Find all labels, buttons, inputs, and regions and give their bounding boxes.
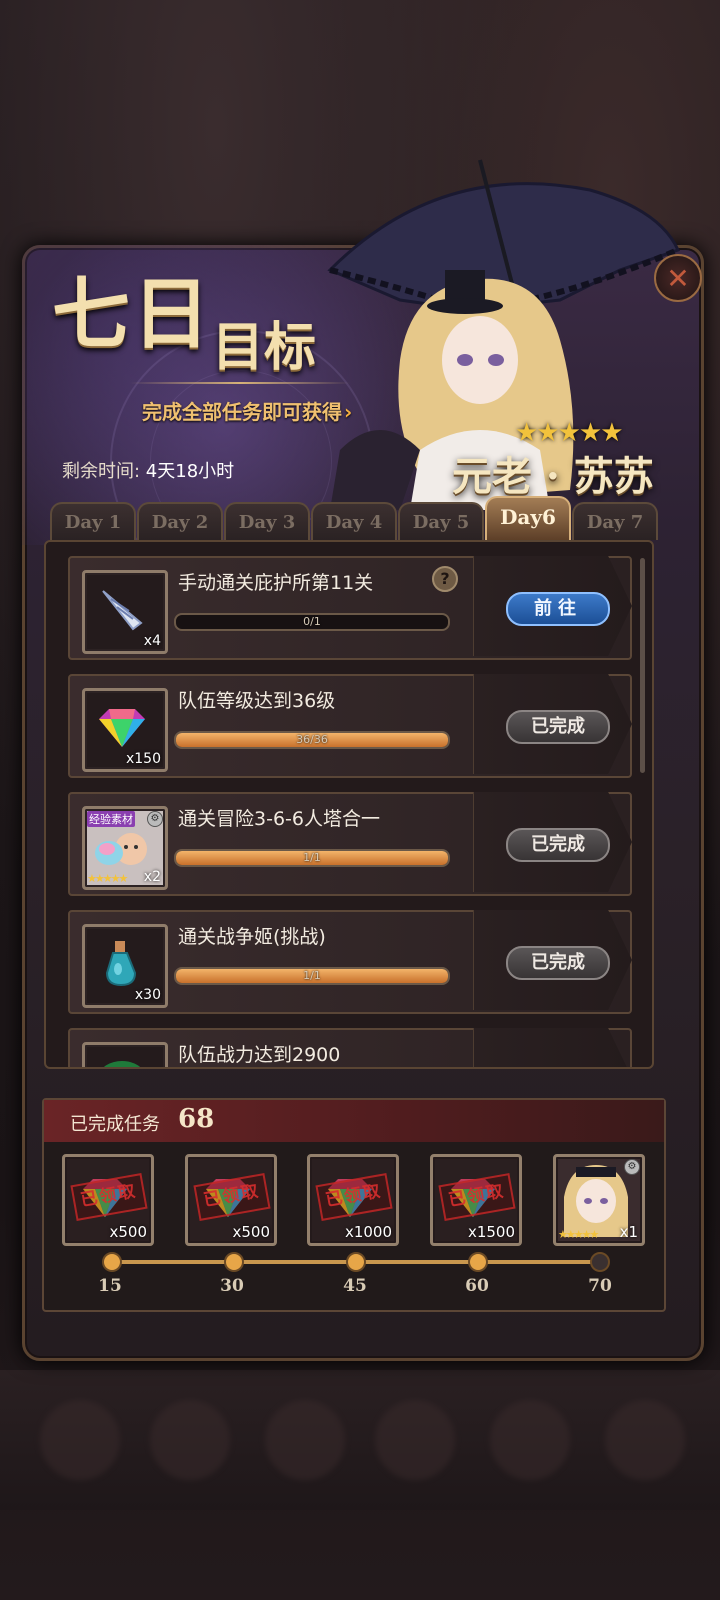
milestone-reward[interactable]: 已领取 x500 (185, 1154, 277, 1246)
milestone-node (346, 1252, 366, 1272)
tab-day-6[interactable]: Day6 (485, 496, 571, 540)
gear-icon: ⚙ (624, 1159, 640, 1175)
completed-tasks-label: 已完成任务 (70, 1114, 160, 1135)
title-divider (130, 382, 350, 384)
exp-material-badge: 经验素材 (87, 811, 135, 827)
task-title: 通关战争姬(挑战) (178, 926, 326, 948)
item-stars: ★★★★★ (87, 872, 128, 885)
event-title-main: 七日 (52, 269, 213, 360)
task-row: x150 队伍等级达到36级 36/36 已完成 (68, 674, 632, 778)
day-tabs: Day 1 Day 2 Day 3 Day 4 Day 5 Day6 Day 7 (50, 496, 670, 542)
help-icon[interactable]: ? (432, 566, 458, 592)
reward-item[interactable]: x30 (82, 924, 168, 1008)
reward-item[interactable]: x4 (82, 570, 168, 654)
reward-stars: ★★★★★ (558, 1228, 599, 1241)
item-count: x30 (134, 987, 161, 1003)
progress-bar: 36/36 (174, 731, 450, 749)
milestone-node (102, 1252, 122, 1272)
completed-tasks-header: 已完成任务 68 (44, 1100, 664, 1142)
task-title: 队伍等级达到36级 (178, 690, 336, 712)
green-item-icon (103, 1061, 141, 1067)
task-row: 队伍战力达到2900 (68, 1028, 632, 1067)
countdown-label: 剩余时间: (62, 461, 146, 482)
task-title: 通关冒险3-6-6人塔合一 (178, 808, 380, 830)
task-title: 队伍战力达到2900 (178, 1044, 341, 1066)
tab-day-5[interactable]: Day 5 (398, 502, 484, 540)
completed-button[interactable]: 已完成 (506, 710, 610, 744)
event-subtitle: 完成全部任务即可获得 › (142, 400, 353, 424)
background-blurred-bar (0, 1370, 720, 1510)
milestone-label: 70 (588, 1276, 612, 1296)
tab-day-4[interactable]: Day 4 (311, 502, 397, 540)
progress-bar: 1/1 (174, 849, 450, 867)
reward-count: x1000 (344, 1223, 392, 1241)
milestone-label: 15 (98, 1276, 122, 1296)
go-button[interactable]: 前往 (506, 592, 610, 626)
reward-item[interactable]: 经验素材 ⚙ ★★★★★ x2 (82, 806, 168, 890)
reward-count: x500 (232, 1223, 270, 1241)
progress-text: 1/1 (303, 851, 321, 864)
item-count: x2 (143, 869, 161, 885)
item-count: x150 (125, 751, 161, 767)
milestone-node (468, 1252, 488, 1272)
reward-item[interactable] (82, 1042, 168, 1067)
gear-icon: ⚙ (147, 811, 163, 827)
tab-day-7[interactable]: Day 7 (572, 502, 658, 540)
milestone-label: 45 (343, 1276, 367, 1296)
reward-item[interactable]: x150 (82, 688, 168, 772)
close-icon: ✕ (666, 261, 690, 295)
milestone-label: 60 (465, 1276, 489, 1296)
task-row: x30 通关战争姬(挑战) 1/1 已完成 (68, 910, 632, 1014)
item-count: x4 (143, 633, 161, 649)
milestone-reward[interactable]: ⚙ ★★★★★ x1 (553, 1154, 645, 1246)
reward-count: x500 (109, 1223, 147, 1241)
milestone-node (224, 1252, 244, 1272)
milestone-node (590, 1252, 610, 1272)
progress-bar: 1/1 (174, 967, 450, 985)
task-row: 经验素材 ⚙ ★★★★★ x2 通关冒险3-6-6人塔合一 1/1 已完成 (68, 792, 632, 896)
completed-tasks-count: 68 (178, 1104, 215, 1134)
chevron-right-icon: › (344, 400, 353, 424)
progress-bar: 0/1 (174, 613, 450, 631)
progress-text: 1/1 (303, 969, 321, 982)
reward-count: x1 (619, 1223, 638, 1241)
countdown-value: 4天18小时 (145, 461, 235, 482)
completed-button[interactable]: 已完成 (506, 828, 610, 862)
close-button[interactable]: ✕ (654, 254, 702, 302)
scrollbar[interactable] (640, 558, 645, 773)
task-title: 手动通关庇护所第11关 (178, 572, 374, 594)
progress-text: 0/1 (303, 615, 321, 628)
reward-count: x1500 (467, 1223, 515, 1241)
tab-day-2[interactable]: Day 2 (137, 502, 223, 540)
tab-day-3[interactable]: Day 3 (224, 502, 310, 540)
countdown: 剩余时间: 4天18小时 (62, 457, 234, 483)
character-name: 元老 · 苏苏 (452, 453, 654, 500)
event-title-sub: 目标 (212, 317, 317, 378)
task-list[interactable]: x4 手动通关庇护所第11关 ? 0/1 前往 x150 队伍等级达到36级 3… (44, 540, 654, 1069)
progress-text: 36/36 (296, 733, 328, 746)
milestone-reward[interactable]: 已领取 x500 (62, 1154, 154, 1246)
milestone-reward[interactable]: 已领取 x1000 (307, 1154, 399, 1246)
task-row: x4 手动通关庇护所第11关 ? 0/1 前往 (68, 556, 632, 660)
tab-day-1[interactable]: Day 1 (50, 502, 136, 540)
milestone-label: 30 (220, 1276, 244, 1296)
milestone-reward[interactable]: 已领取 x1500 (430, 1154, 522, 1246)
completed-button[interactable]: 已完成 (506, 946, 610, 980)
